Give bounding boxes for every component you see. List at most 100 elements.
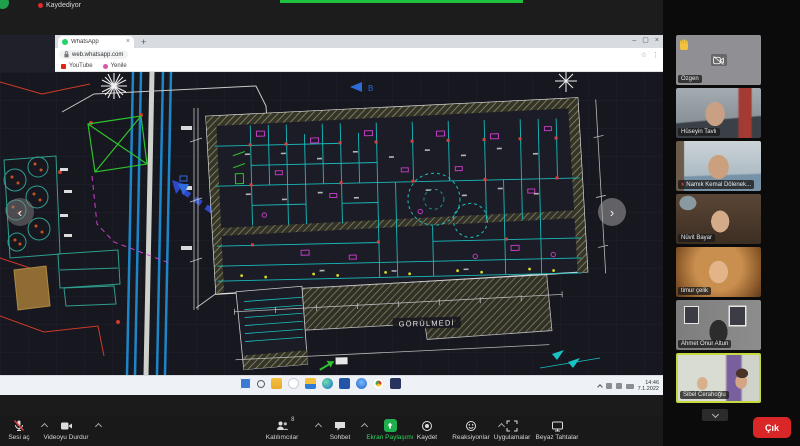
stop-video-label: Videoyu Durdur [43, 434, 88, 441]
clock-date: 7.1.2022 [638, 386, 659, 392]
smiley-icon [465, 419, 477, 432]
stop-video-button[interactable]: Videoyu Durdur [40, 419, 92, 441]
chevron-down-icon [711, 410, 718, 417]
participant-tile-active-speaker[interactable]: Sibel Cerahoğlu [676, 353, 761, 403]
unmute-label: Sesi aç [8, 434, 29, 441]
window-edge-fill [0, 35, 55, 72]
leave-meeting-button[interactable]: Çık [753, 417, 791, 438]
meeting-info-icon[interactable] [0, 0, 9, 9]
tab-close-icon[interactable]: × [126, 39, 130, 45]
browser-chrome: WhatsApp × + – ▢ × web.whatsapp.com ☆ ⋮ [55, 35, 663, 72]
scroll-right-button[interactable]: › [598, 198, 626, 226]
bookmark-favicon [103, 64, 108, 69]
network-icon[interactable] [606, 383, 612, 389]
screen-share-border [280, 0, 523, 3]
raised-hand-icon [679, 38, 689, 56]
participant-tile[interactable]: timur çelik [676, 247, 761, 297]
teams-chat-icon[interactable] [288, 378, 299, 389]
recording-dot-icon [38, 3, 43, 8]
whiteboard-icon [551, 419, 564, 432]
participants-button[interactable]: 8 Katılımcılar [252, 419, 312, 441]
participant-tile[interactable]: Hüseyin Tavlı [676, 88, 761, 138]
section-marker-label: B [368, 84, 373, 93]
apps-icon [506, 419, 518, 432]
photos-app-icon[interactable] [390, 378, 401, 389]
taskbar-clock[interactable]: 14:46 7.1.2022 [638, 380, 659, 392]
start-button-icon[interactable] [240, 378, 251, 389]
participant-tile[interactable]: Namık Kemal Dölenek... [676, 141, 761, 191]
participant-tile[interactable]: Nüvit Bayar [676, 194, 761, 244]
close-icon[interactable]: × [655, 37, 659, 45]
new-tab-button[interactable]: + [141, 37, 146, 47]
chat-button[interactable]: Sohbet [320, 419, 360, 441]
participant-name: Sibel Cerahoğlu [680, 391, 729, 399]
share-screen-icon [384, 419, 397, 432]
participant-name: Özgen [678, 75, 702, 83]
window-controls: – ▢ × [632, 37, 659, 45]
store-icon[interactable] [356, 378, 367, 389]
meeting-top-bar: Kaydediyor [0, 0, 663, 35]
participants-icon: 8 [276, 419, 289, 432]
mic-muted-icon [681, 181, 684, 188]
recording-label: Kaydediyor [46, 2, 81, 9]
browser-address-bar: web.whatsapp.com ☆ ⋮ [55, 48, 663, 61]
participants-label: Katılımcılar [266, 434, 299, 441]
recording-indicator: Kaydediyor [38, 2, 81, 9]
plan-title: GÖRÜLMEDİ [399, 318, 455, 328]
browser-tab-whatsapp[interactable]: WhatsApp × [58, 36, 134, 48]
participant-name: Nüvit Bayar [678, 234, 715, 242]
whiteboards-label: Beyaz Tahtalar [536, 434, 579, 441]
cad-canvas: B [0, 72, 663, 375]
whiteboards-button[interactable]: Beyaz Tahtalar [529, 419, 585, 441]
whatsapp-favicon [62, 39, 68, 45]
bookmark-star-icon[interactable]: ☆ [641, 51, 647, 59]
shared-screen-cad-drawing: B [0, 72, 663, 375]
camera-icon [60, 419, 73, 432]
menu-dots-icon[interactable]: ⋮ [652, 51, 659, 59]
unmute-button[interactable]: Sesi aç [0, 419, 38, 441]
reactions-label: Reaksiyonlar [452, 434, 490, 441]
record-icon [421, 419, 433, 432]
record-button[interactable]: Kaydet [409, 419, 445, 441]
collapse-panel-button[interactable] [702, 409, 728, 421]
participants-panel: Özgen Hüseyin Tavlı Namık Kemal Dölenek.… [663, 0, 800, 446]
lock-icon [64, 51, 69, 58]
chat-bubble-icon [334, 419, 346, 432]
chat-label: Sohbet [330, 434, 351, 441]
reactions-button[interactable]: Reaksiyonlar [447, 419, 495, 441]
participant-name: timur çelik [678, 287, 711, 295]
bookmark-item-youtube[interactable]: YouTube [61, 63, 93, 69]
bookmarks-bar: YouTube Yenile [55, 61, 663, 72]
youtube-icon [61, 64, 66, 69]
minimize-icon[interactable]: – [632, 37, 636, 45]
file-explorer-icon[interactable] [271, 378, 282, 389]
battery-icon[interactable] [626, 384, 634, 389]
zoom-meeting-window: Kaydediyor Görünüm [0, 0, 800, 446]
participant-tile[interactable]: Özgen [676, 35, 761, 85]
maximize-icon[interactable]: ▢ [642, 37, 649, 45]
url-field[interactable]: web.whatsapp.com [59, 50, 128, 59]
edge-icon[interactable] [322, 378, 333, 389]
taskbar-icons [240, 378, 401, 389]
participant-name: Ahmet Onur Altun [678, 340, 731, 348]
tray-chevron-icon[interactable] [597, 384, 603, 390]
tab-title: WhatsApp [71, 39, 123, 45]
participants-count-badge: 8 [291, 417, 294, 423]
volume-icon[interactable] [616, 383, 622, 389]
participant-name: Namık Kemal Dölenek... [678, 180, 754, 189]
search-icon[interactable] [257, 380, 265, 388]
chrome-icon[interactable] [373, 378, 384, 389]
url-text: web.whatsapp.com [72, 52, 123, 58]
word-icon[interactable] [339, 378, 350, 389]
participant-tile[interactable]: Ahmet Onur Altun [676, 300, 761, 350]
bookmark-item[interactable]: Yenile [103, 63, 127, 69]
browser-tab-strip: WhatsApp × + – ▢ × [55, 35, 663, 48]
onedrive-icon[interactable] [305, 378, 316, 389]
mic-muted-icon [13, 419, 25, 432]
scroll-left-button[interactable]: ‹ [6, 198, 34, 226]
system-tray: 14:46 7.1.2022 [598, 377, 659, 395]
camera-off-icon [711, 54, 727, 66]
apps-label: Uygulamalar [494, 434, 531, 441]
participant-name: Hüseyin Tavlı [678, 128, 720, 136]
share-screen-label: Ekran Paylaşımı [366, 434, 413, 441]
